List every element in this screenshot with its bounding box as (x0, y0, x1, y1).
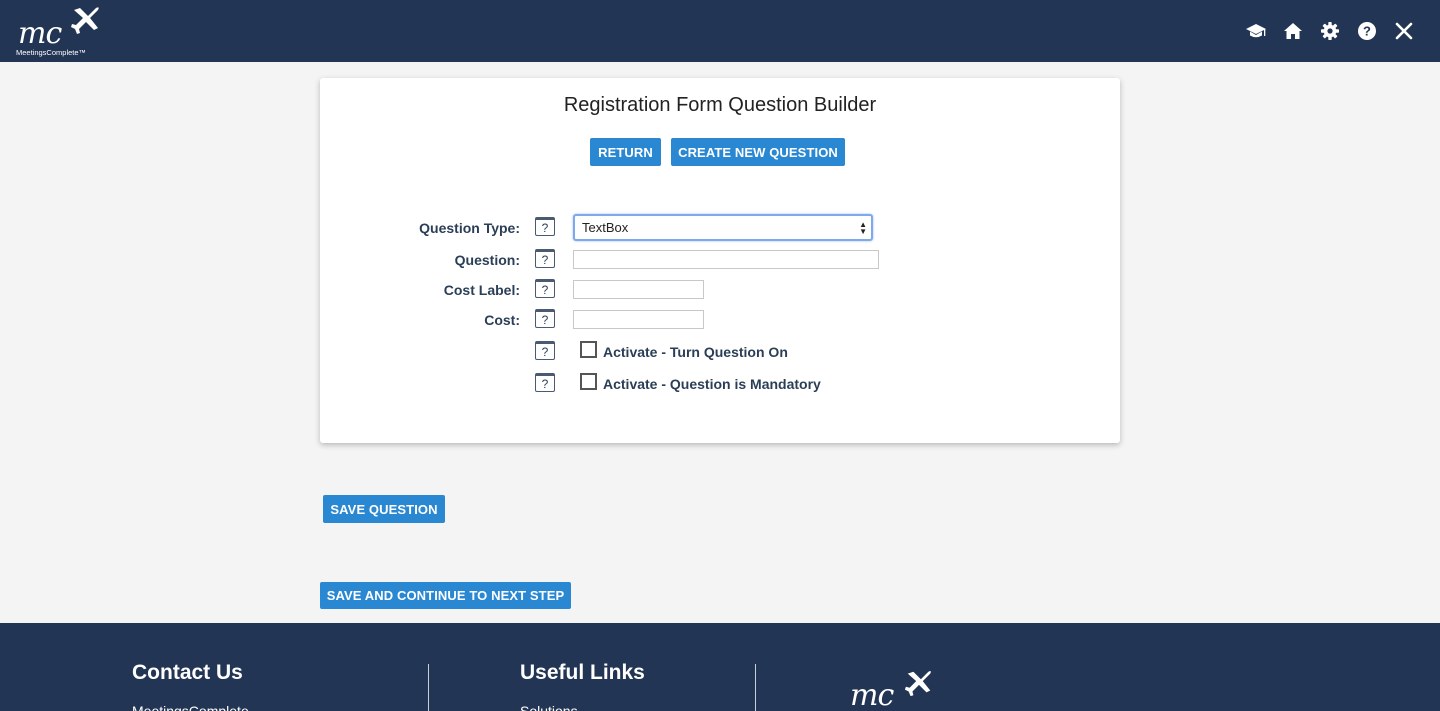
save-and-continue-button[interactable]: SAVE AND CONTINUE TO NEXT STEP (320, 582, 571, 609)
contact-us-link[interactable]: MeetingsComplete (132, 703, 249, 711)
footer-divider (755, 664, 756, 711)
footer-divider (428, 664, 429, 711)
airplane-icon (904, 671, 931, 697)
cost-label-label: Cost Label: (443, 282, 520, 298)
cost-label: Cost: (484, 312, 520, 328)
airplane-icon (71, 7, 99, 35)
mandatory-help-icon[interactable]: ? (535, 373, 555, 392)
footer: Contact Us MeetingsComplete Useful Links… (0, 623, 1440, 711)
meetingscomplete-logo[interactable]: mc MeetingsComplete™ (16, 4, 106, 58)
useful-links-heading: Useful Links (520, 661, 645, 684)
question-type-select[interactable]: TextBox ▲ ▼ (573, 214, 873, 241)
activate-help-icon[interactable]: ? (535, 341, 555, 360)
mandatory-question-label: Activate - Question is Mandatory (603, 376, 821, 392)
graduation-cap-icon[interactable] (1243, 18, 1268, 44)
cost-input[interactable] (573, 310, 704, 329)
page-title: Registration Form Question Builder (563, 94, 877, 116)
activate-question-checkbox[interactable] (580, 341, 597, 358)
cost-label-input[interactable] (573, 280, 704, 299)
footer-logo: mc (850, 668, 940, 711)
svg-text:?: ? (1363, 24, 1371, 39)
useful-links-link[interactable]: Solutions (520, 703, 578, 711)
logo-subtext: MeetingsComplete™ (16, 48, 87, 57)
close-icon[interactable] (1391, 18, 1416, 44)
question-help-icon[interactable]: ? (535, 249, 555, 268)
mandatory-question-checkbox[interactable] (580, 373, 597, 390)
help-icon[interactable]: ? (1354, 18, 1379, 44)
question-type-help-icon[interactable]: ? (535, 217, 555, 236)
create-new-question-button[interactable]: CREATE NEW QUESTION (671, 138, 845, 166)
return-button[interactable]: RETURN (590, 138, 661, 166)
select-arrows-icon: ▲ ▼ (859, 220, 867, 236)
cost-help-icon[interactable]: ? (535, 309, 555, 328)
top-navbar: mc MeetingsComplete™ ? (0, 0, 1440, 62)
cost-label-help-icon[interactable]: ? (535, 279, 555, 298)
question-input[interactable] (573, 250, 879, 269)
gear-icon[interactable] (1317, 18, 1342, 44)
header-icon-toolbar: ? (1243, 18, 1416, 44)
question-type-selected-value: TextBox (582, 220, 629, 235)
footer-logo-mark-text: mc (850, 678, 894, 711)
question-type-label: Question Type: (419, 220, 520, 236)
save-question-button[interactable]: SAVE QUESTION (323, 495, 445, 523)
question-label: Question: (454, 252, 520, 268)
activate-question-label: Activate - Turn Question On (603, 344, 788, 360)
contact-us-heading: Contact Us (132, 661, 243, 684)
home-icon[interactable] (1280, 18, 1305, 44)
question-builder-card: Registration Form Question Builder RETUR… (320, 78, 1120, 443)
logo-mark-text: mc (18, 16, 62, 51)
